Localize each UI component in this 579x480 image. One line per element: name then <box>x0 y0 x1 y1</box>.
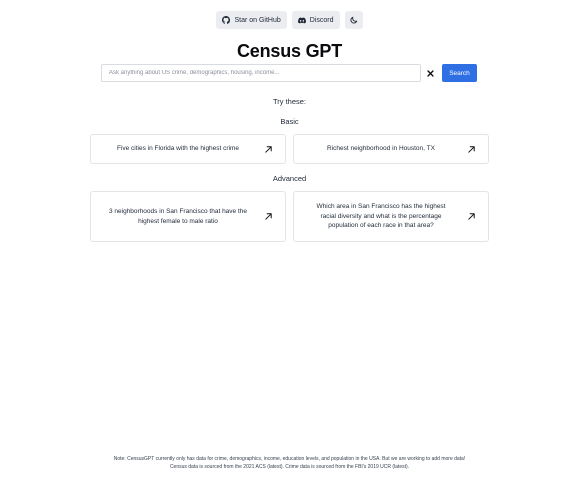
footer-line-sources: Census data is sourced from the 2021 ACS… <box>169 464 410 470</box>
arrow-up-right-icon <box>257 145 279 154</box>
search-bar: Search <box>101 64 477 82</box>
top-bar: Star on GitHub Discord <box>0 11 579 29</box>
arrow-up-right-icon <box>460 145 482 154</box>
page-title: Census GPT <box>236 41 343 61</box>
suggestion-card[interactable]: 3 neighborhoods in San Francisco that ha… <box>90 191 286 242</box>
suggestion-text: 3 neighborhoods in San Francisco that ha… <box>108 208 248 225</box>
basic-section-label: Basic <box>280 117 299 126</box>
discord-button[interactable]: Discord <box>291 11 340 29</box>
suggestion-card[interactable]: Five cities in Florida with the highest … <box>90 134 286 164</box>
footer-note: Note: CensusGPT currently only has data … <box>0 455 579 471</box>
discord-icon <box>297 17 306 24</box>
suggestions-heading: Try these: <box>272 97 307 106</box>
close-icon <box>426 64 434 82</box>
github-icon <box>222 16 231 24</box>
suggestion-text: Five cities in Florida with the highest … <box>116 145 240 153</box>
github-label: Star on GitHub <box>234 16 281 24</box>
advanced-section-label: Advanced <box>272 174 307 183</box>
footer-line-data-note: Note: CensusGPT currently only has data … <box>113 456 466 462</box>
suggestion-text: Which area in San Francisco has the high… <box>316 203 446 230</box>
theme-toggle-button[interactable] <box>344 11 363 29</box>
arrow-up-right-icon <box>257 212 279 221</box>
arrow-up-right-icon <box>460 212 482 221</box>
suggestion-text: Richest neighborhood in Houston, TX <box>327 145 435 153</box>
search-input[interactable] <box>101 64 421 82</box>
search-button[interactable]: Search <box>442 64 477 82</box>
discord-label: Discord <box>309 16 334 24</box>
star-on-github-button[interactable]: Star on GitHub <box>216 11 287 29</box>
suggestion-card[interactable]: Richest neighborhood in Houston, TX <box>293 134 489 164</box>
suggestion-card[interactable]: Which area in San Francisco has the high… <box>293 191 489 242</box>
moon-icon <box>350 16 358 24</box>
clear-search-button[interactable] <box>423 64 437 82</box>
